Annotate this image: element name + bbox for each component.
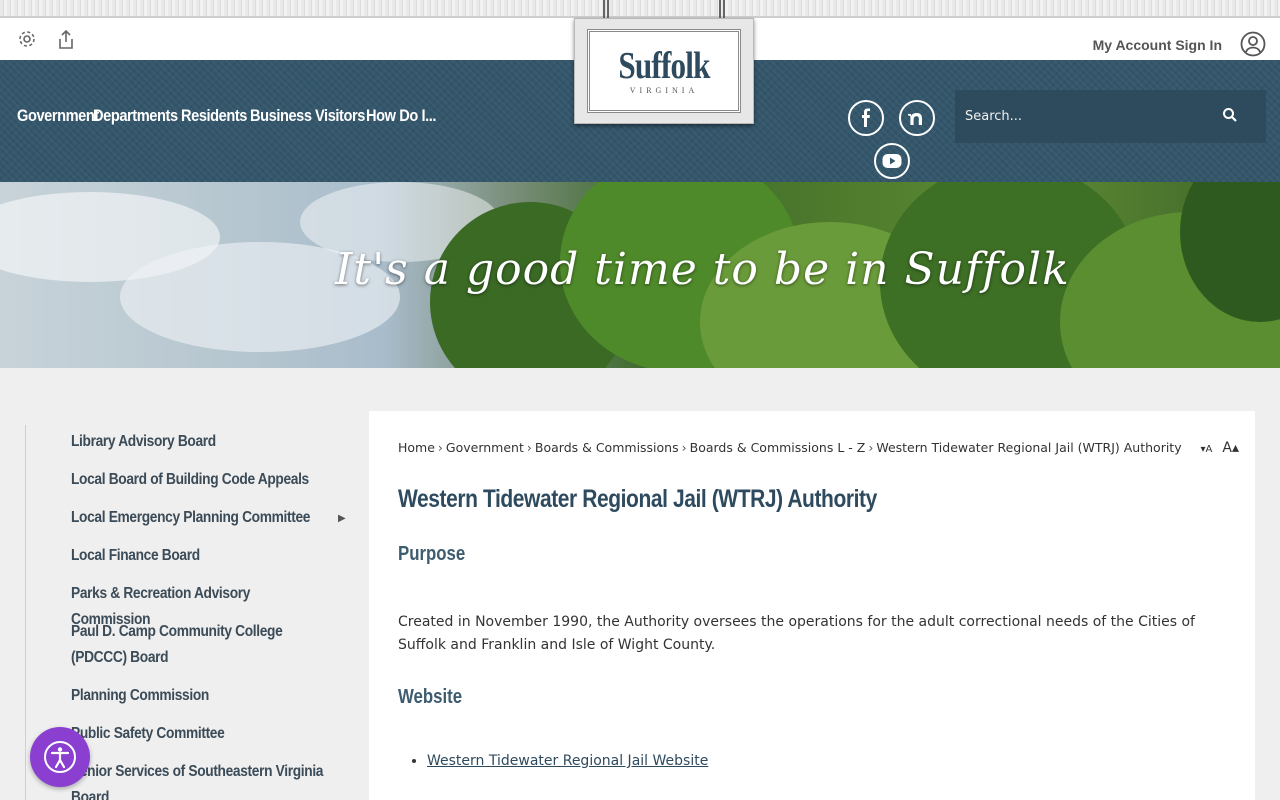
sidebar-item-senior-services[interactable]: Senior Services of Southeastern Virginia… [71,759,329,800]
sidebar-item-pdccc-board[interactable]: Paul D. Camp Community College (PDCCC) B… [71,619,329,671]
purpose-text: Created in November 1990, the Authority … [398,614,1195,653]
breadcrumb-government[interactable]: Government [446,440,524,455]
nav-visitors[interactable]: Visitors [315,106,365,126]
facebook-icon[interactable] [848,100,884,136]
website-link-list: Western Tidewater Regional Jail Website [427,753,708,769]
website-heading: Website [398,686,463,708]
nav-residents[interactable]: Residents [181,106,247,126]
sidebar-item-public-safety[interactable]: Public Safety Committee [71,721,329,747]
breadcrumb-separator: › [526,440,532,455]
sidebar-item-planning-commission[interactable]: Planning Commission [71,683,329,709]
nav-how-do-i[interactable]: How Do I... [366,106,436,126]
logo-hanger [603,0,609,18]
hero-banner: It's a good time to be in Suffolk [0,182,1280,368]
breadcrumb-home[interactable]: Home [398,440,435,455]
banner-tagline: It's a good time to be in Suffolk [335,244,1070,295]
main-nav-items: Government Departments Residents Busines… [17,106,447,126]
logo-hanger [719,0,725,18]
account-icon[interactable] [1240,31,1266,57]
sidebar-item-local-finance-board[interactable]: Local Finance Board [71,543,329,569]
sidebar-item-building-code-appeals[interactable]: Local Board of Building Code Appeals [71,467,329,493]
youtube-icon[interactable] [874,143,910,179]
main-content: Home › Government › Boards & Commissions › Boa… [369,411,1255,800]
breadcrumb-boards[interactable]: Boards & Commissions [535,440,679,455]
sign-in-link[interactable]: My Account Sign In [1093,37,1222,53]
breadcrumb-separator: › [681,440,687,455]
share-icon[interactable] [56,29,78,51]
search-input[interactable] [955,90,1215,143]
logo-sub: VIRGINIA [629,86,699,95]
text-resize: ▾A A▴ [1201,440,1239,456]
text-smaller-button[interactable]: ▾A [1201,440,1213,456]
breadcrumb-current[interactable]: Western Tidewater Regional Jail (WTRJ) A… [876,440,1181,455]
site-logo[interactable]: Suffolk VIRGINIA [574,18,754,124]
logo-name: Suffolk [618,45,710,87]
breadcrumb-boards-l-z[interactable]: Boards & Commissions L - Z [690,440,866,455]
nav-government[interactable]: Government [17,106,99,126]
search-icon[interactable] [1222,107,1240,125]
nav-business[interactable]: Business [250,106,312,126]
expand-arrow-icon[interactable]: ▶ [338,513,346,524]
nextdoor-icon[interactable] [899,100,935,136]
page-title: Western Tidewater Regional Jail (WTRJ) A… [398,485,877,513]
sidebar-item-emergency-planning[interactable]: Local Emergency Planning Committee [71,505,329,531]
top-decorative-strip [0,0,1280,18]
gear-icon[interactable] [17,29,39,51]
website-link[interactable]: Western Tidewater Regional Jail Website [427,753,708,769]
list-item: Western Tidewater Regional Jail Website [427,753,708,769]
accessibility-button[interactable] [30,727,90,787]
sidebar-item-library-advisory-board[interactable]: Library Advisory Board [71,429,329,455]
purpose-heading: Purpose [398,543,466,565]
breadcrumb: Home › Government › Boards & Commissions › Boa… [398,440,1182,455]
accessibility-icon [44,741,76,773]
text-larger-button[interactable]: A▴ [1222,440,1239,456]
breadcrumb-separator: › [437,440,443,455]
breadcrumb-separator: › [868,440,874,455]
search-box [955,90,1266,143]
nav-departments[interactable]: Departments [93,106,178,126]
logo-inner: Suffolk VIRGINIA [587,29,741,113]
